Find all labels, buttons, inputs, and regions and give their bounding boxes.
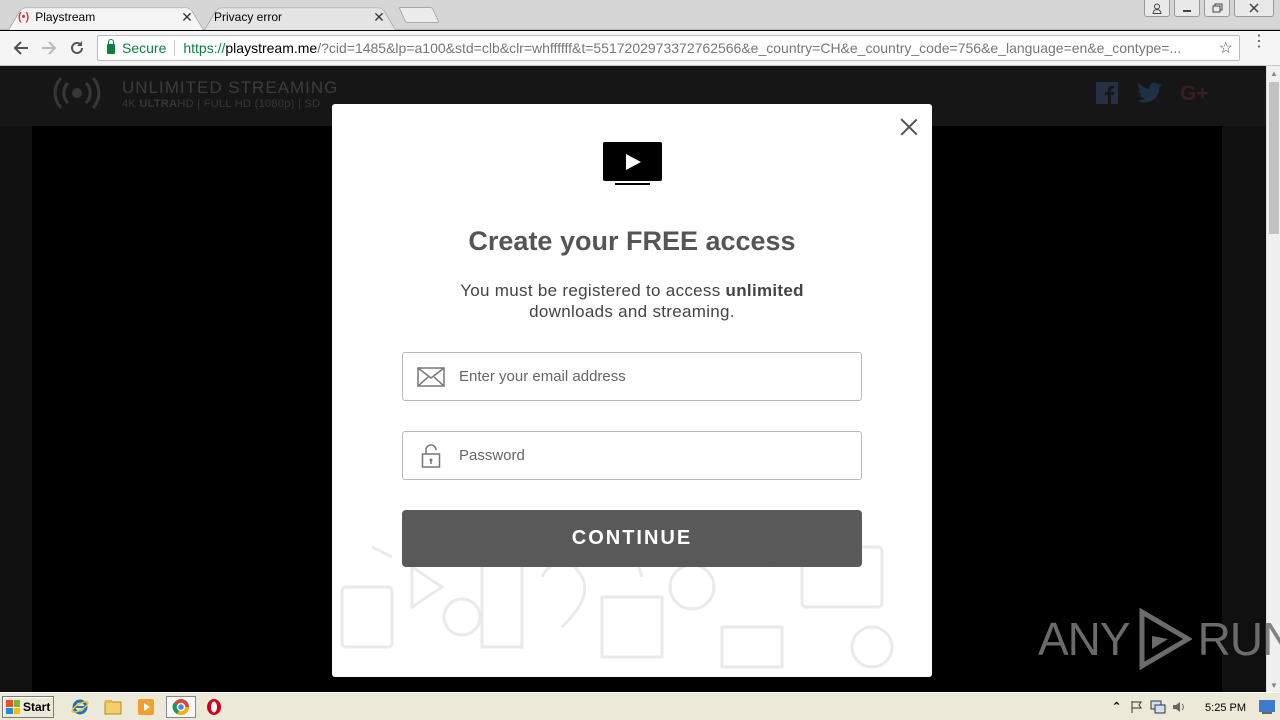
scroll-thumb[interactable] bbox=[1269, 82, 1279, 234]
browser-toolbar: Secure https:// playstream.me /?cid=1485… bbox=[0, 31, 1280, 66]
scroll-up-arrow-icon[interactable]: ▲ bbox=[1267, 66, 1280, 80]
tab-label: Privacy error bbox=[214, 9, 283, 24]
email-field[interactable] bbox=[402, 352, 862, 401]
tab-label: Playstream bbox=[35, 9, 96, 24]
close-icon[interactable] bbox=[898, 116, 920, 138]
back-button[interactable] bbox=[11, 38, 31, 58]
clock[interactable]: 5:25 PM bbox=[1205, 702, 1246, 714]
volume-icon[interactable] bbox=[1172, 700, 1186, 714]
opera-icon[interactable] bbox=[204, 697, 224, 717]
tab-privacy-error[interactable]: Privacy error ✕ bbox=[204, 3, 396, 30]
close-window-button[interactable] bbox=[1234, 0, 1274, 17]
url-path: /?cid=1485&lp=a100&std=clb&clr=whffffff&… bbox=[317, 40, 1182, 56]
tv-play-icon bbox=[603, 142, 662, 186]
tab-strip: (•) Playstream ✕ Privacy error ✕ bbox=[0, 0, 1280, 30]
page-scrollbar[interactable]: ▲ ▼ bbox=[1266, 66, 1280, 692]
windows-flag-icon bbox=[6, 700, 20, 714]
address-bar[interactable]: Secure https:// playstream.me /?cid=1485… bbox=[97, 35, 1240, 61]
url-host: playstream.me bbox=[225, 40, 318, 56]
continue-button[interactable]: CONTINUE bbox=[402, 510, 862, 567]
tab-playstream[interactable]: (•) Playstream ✕ bbox=[8, 3, 204, 30]
url-protocol: https:// bbox=[183, 40, 226, 56]
restore-button[interactable] bbox=[1204, 0, 1230, 17]
internet-explorer-icon[interactable] bbox=[70, 697, 90, 717]
play-triangle-logo-icon bbox=[1139, 608, 1192, 670]
reload-button[interactable] bbox=[67, 38, 87, 58]
forward-button[interactable] bbox=[39, 38, 59, 58]
bookmark-star-icon[interactable]: ☆ bbox=[1219, 38, 1233, 58]
show-desktop-icon[interactable] bbox=[1258, 699, 1276, 715]
show-hidden-icons-icon[interactable]: ⌃ bbox=[1112, 700, 1121, 713]
lock-icon bbox=[107, 39, 115, 54]
screen: (•) Playstream ✕ Privacy error ✕ Secure … bbox=[0, 0, 1280, 720]
profile-icon[interactable] bbox=[1144, 0, 1170, 17]
watermark-left-text: ANY bbox=[1038, 613, 1131, 665]
media-player-icon[interactable] bbox=[136, 697, 156, 717]
password-field[interactable] bbox=[402, 431, 862, 480]
password-input[interactable] bbox=[459, 447, 839, 464]
close-tab-icon[interactable]: ✕ bbox=[180, 10, 194, 24]
new-tab-button[interactable] bbox=[398, 7, 440, 23]
action-center-flag-icon[interactable] bbox=[1130, 700, 1144, 714]
start-button[interactable]: Start bbox=[2, 696, 54, 718]
system-tray: ⌃ 5:25 PM bbox=[1106, 695, 1280, 719]
modal-description: You must be registered to access unlimit… bbox=[460, 281, 804, 321]
envelope-icon bbox=[403, 353, 459, 400]
anyrun-watermark: ANY RUN bbox=[1038, 608, 1280, 670]
padlock-icon bbox=[403, 432, 459, 479]
file-explorer-icon[interactable] bbox=[103, 697, 123, 717]
email-input[interactable] bbox=[459, 368, 839, 385]
chrome-icon[interactable] bbox=[166, 696, 196, 718]
watermark-right-text: RUN bbox=[1197, 613, 1280, 665]
signup-modal: Create your FREE access You must be regi… bbox=[332, 104, 932, 677]
scroll-down-arrow-icon[interactable]: ▼ bbox=[1267, 678, 1280, 692]
radio-wave-icon: (•) bbox=[18, 10, 30, 23]
menu-icon[interactable]: ⋮ bbox=[1251, 34, 1267, 50]
minimize-button[interactable] bbox=[1174, 0, 1200, 17]
window-controls bbox=[1144, 0, 1274, 17]
close-tab-icon[interactable]: ✕ bbox=[372, 10, 386, 24]
start-label: Start bbox=[23, 700, 51, 714]
network-icon[interactable] bbox=[1150, 699, 1166, 715]
taskbar: Start ⌃ 5:25 PM bbox=[0, 692, 1280, 720]
modal-title: Create your FREE access bbox=[468, 226, 796, 256]
secure-label: Secure bbox=[122, 40, 167, 56]
